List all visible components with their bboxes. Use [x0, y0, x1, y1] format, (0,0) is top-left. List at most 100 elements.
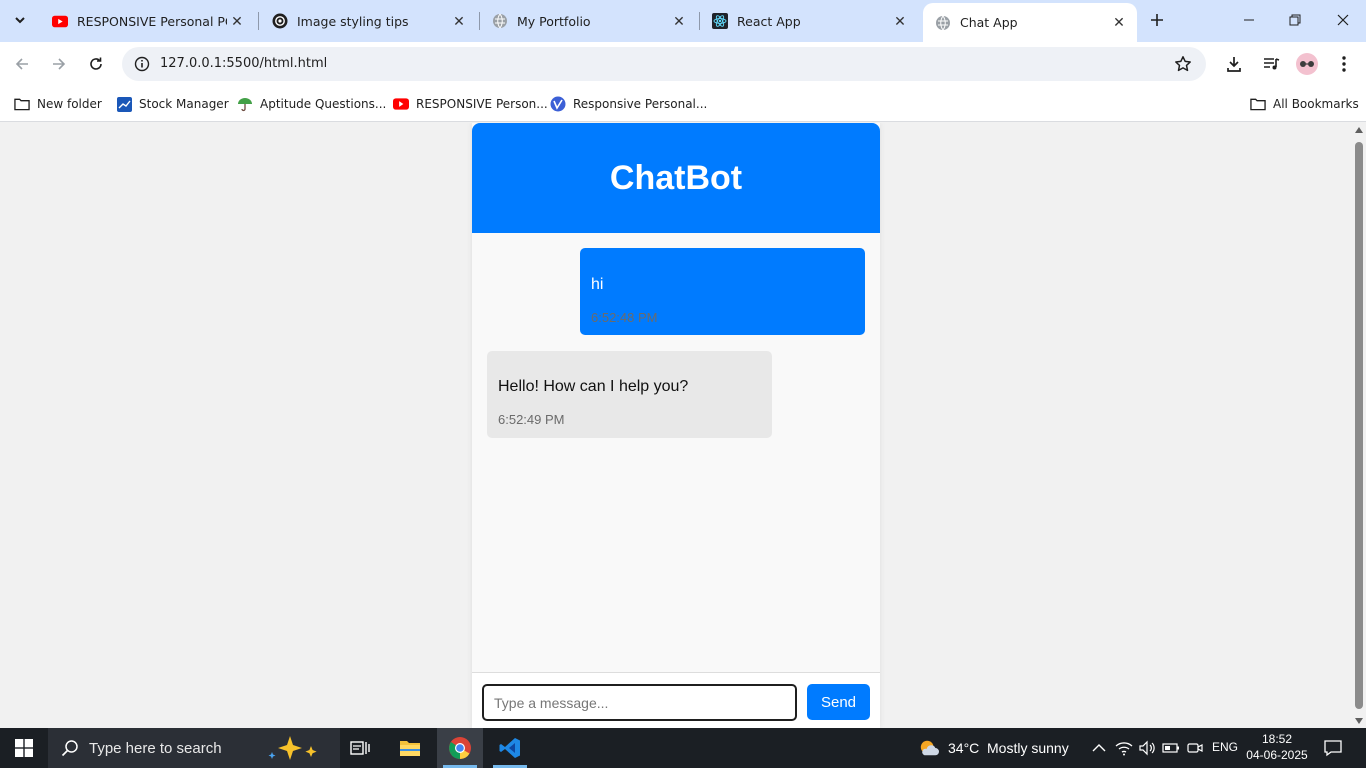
bookmark-label: Responsive Personal...	[573, 97, 708, 111]
globe-icon	[935, 15, 951, 31]
tab-title: My Portfolio	[517, 13, 591, 29]
windows-taskbar: Type here to search 34°C Mostly sunny EN…	[0, 728, 1366, 768]
search-placeholder: Type here to search	[89, 739, 222, 757]
minimize-icon	[1244, 19, 1254, 21]
message-input[interactable]	[482, 684, 797, 721]
bookmark-responsive-youtube[interactable]: RESPONSIVE Person...	[393, 94, 548, 114]
start-button[interactable]	[0, 728, 48, 768]
reload-button[interactable]	[82, 50, 110, 78]
chat-container: ChatBot hi 6:52:48 PM Hello! How can I h…	[472, 123, 880, 728]
scroll-down-arrow-icon[interactable]	[1355, 718, 1363, 724]
tab-youtube[interactable]: RESPONSIVE Personal PORTF ✕	[40, 6, 255, 36]
bookmark-star-icon[interactable]	[1172, 53, 1194, 75]
back-button[interactable]	[8, 50, 36, 78]
chrome-button[interactable]	[437, 728, 483, 768]
chevron-up-icon[interactable]	[1089, 738, 1109, 758]
forward-button[interactable]	[45, 50, 73, 78]
weather-condition[interactable]: Mostly sunny	[987, 740, 1069, 756]
restore-icon	[1289, 14, 1301, 26]
tab-separator	[258, 12, 259, 30]
chat-header: ChatBot	[472, 123, 880, 233]
scrollbar-thumb[interactable]	[1355, 142, 1363, 709]
tab-strip: RESPONSIVE Personal PORTF ✕ Image stylin…	[0, 0, 1366, 42]
more-menu-button[interactable]	[1332, 52, 1356, 76]
close-icon[interactable]: ✕	[669, 11, 689, 31]
tab-image-styling[interactable]: Image styling tips ✕	[260, 6, 477, 36]
bookmark-responsive-personal[interactable]: Responsive Personal...	[550, 94, 707, 114]
close-icon[interactable]: ✕	[1109, 13, 1129, 33]
camera-icon[interactable]	[1185, 738, 1205, 758]
vscode-button[interactable]	[487, 728, 533, 768]
folder-icon	[14, 96, 30, 112]
tab-title: React App	[737, 13, 801, 29]
clock-date: 04-06-2025	[1246, 748, 1308, 762]
tab-search-button[interactable]	[6, 6, 34, 34]
page-scrollbar[interactable]	[1352, 123, 1366, 728]
message-text: Hello! How can I help you?	[498, 378, 689, 395]
arrow-left-icon	[15, 58, 28, 70]
bookmark-new-folder[interactable]: New folder	[14, 94, 102, 114]
windows-logo-icon	[15, 739, 33, 757]
reload-icon	[90, 57, 102, 70]
address-bar[interactable]: 127.0.0.1:5500/html.html	[122, 47, 1206, 81]
close-icon[interactable]: ✕	[449, 11, 469, 31]
close-icon	[1337, 14, 1349, 26]
taskbar-clock[interactable]: 18:52 04-06-2025	[1242, 731, 1312, 763]
tab-chat-app[interactable]: Chat App ✕	[923, 3, 1137, 42]
scroll-up-arrow-icon[interactable]	[1355, 127, 1363, 133]
battery-icon[interactable]	[1161, 738, 1181, 758]
react-icon	[712, 13, 728, 29]
tab-title: Image styling tips	[297, 13, 409, 29]
message-timestamp: 6:52:49 PM	[498, 412, 565, 427]
language-indicator[interactable]: ENG	[1212, 740, 1238, 754]
weather-temp[interactable]: 34°C	[948, 740, 979, 756]
tab-title: RESPONSIVE Personal PORTF	[77, 13, 227, 29]
globe-icon	[492, 13, 508, 29]
bookmark-label: New folder	[37, 97, 102, 111]
folder-icon	[400, 741, 420, 756]
file-explorer-button[interactable]	[387, 728, 433, 768]
umbrella-icon	[237, 96, 253, 112]
media-control-icon[interactable]	[1259, 52, 1283, 76]
clock-time: 18:52	[1261, 732, 1293, 746]
weather-icon[interactable]	[919, 738, 939, 758]
volume-icon[interactable]	[1137, 738, 1157, 758]
folder-icon	[1250, 96, 1266, 112]
chat-input-bar: Send	[472, 672, 880, 728]
tab-my-portfolio[interactable]: My Portfolio ✕	[480, 6, 697, 36]
chevron-down-icon	[15, 17, 25, 24]
send-button[interactable]: Send	[807, 684, 870, 720]
browser-toolbar: 127.0.0.1:5500/html.html	[0, 42, 1366, 86]
taskbar-search-box[interactable]: Type here to search	[48, 728, 340, 768]
url-text[interactable]: 127.0.0.1:5500/html.html	[160, 56, 327, 71]
notification-icon[interactable]	[1323, 738, 1343, 758]
bookmarks-bar: New folder Stock Manager Aptitude Questi…	[0, 86, 1366, 122]
youtube-icon	[52, 13, 68, 29]
task-view-button[interactable]	[337, 728, 383, 768]
sparkle-icon	[264, 734, 328, 767]
bookmark-stock-manager[interactable]: Stock Manager	[116, 94, 229, 114]
bookmark-aptitude-questions[interactable]: Aptitude Questions...	[237, 94, 386, 114]
close-icon[interactable]: ✕	[890, 11, 910, 31]
all-bookmarks-button[interactable]: All Bookmarks	[1250, 94, 1359, 114]
site-info-icon[interactable]	[130, 52, 154, 76]
minimize-button[interactable]	[1226, 0, 1272, 40]
tab-react-app[interactable]: React App ✕	[700, 6, 918, 36]
restore-button[interactable]	[1272, 0, 1318, 40]
openai-icon	[272, 13, 288, 29]
bookmark-label: Aptitude Questions...	[260, 97, 387, 111]
bot-message: Hello! How can I help you? 6:52:49 PM	[487, 351, 772, 438]
site-icon	[550, 96, 566, 112]
task-view-icon	[350, 741, 370, 755]
page-title: ChatBot	[609, 158, 743, 197]
new-tab-button[interactable]	[1145, 8, 1169, 32]
close-icon[interactable]: ✕	[227, 11, 247, 31]
youtube-icon	[393, 96, 409, 112]
download-icon[interactable]	[1222, 52, 1246, 76]
plus-icon	[1151, 14, 1163, 26]
profile-avatar-icon	[1296, 53, 1318, 75]
avatar[interactable]	[1295, 52, 1319, 76]
bookmark-label: All Bookmarks	[1273, 97, 1359, 111]
close-window-button[interactable]	[1320, 0, 1366, 40]
wifi-icon[interactable]	[1114, 738, 1134, 758]
